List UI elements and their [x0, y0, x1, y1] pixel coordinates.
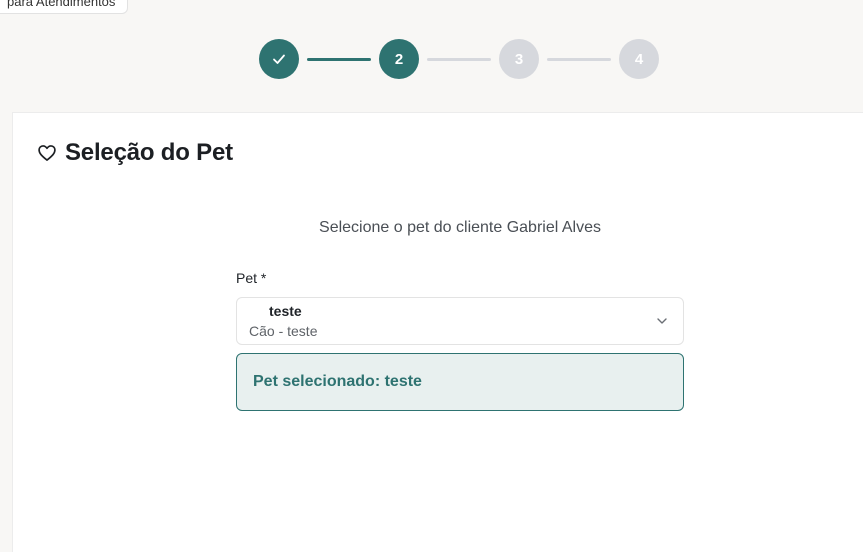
pet-select[interactable]: teste Cão - teste [236, 297, 684, 345]
instruction-text: Selecione o pet do cliente Gabriel Alves [319, 219, 601, 236]
card-title: Seleção do Pet [65, 139, 233, 166]
check-icon [273, 54, 285, 64]
step-2-current: 2 [379, 39, 419, 79]
chevron-down-icon [657, 318, 667, 324]
step-3: 3 [499, 39, 539, 79]
step-4: 4 [619, 39, 659, 79]
selected-pet-name: teste [269, 303, 302, 319]
back-to-appointments-link[interactable]: para Atendimentos [0, 0, 129, 14]
step-1-completed [259, 39, 299, 79]
heart-icon [37, 143, 57, 163]
card-header: Seleção do Pet [37, 139, 233, 167]
pet-field-label: Pet * [236, 270, 267, 286]
selected-pet-message: Pet selecionado: teste [253, 373, 422, 390]
step-connector-1 [307, 58, 371, 61]
selected-pet-banner: Pet selecionado: teste [236, 353, 684, 411]
selected-pet-description: Cão - teste [249, 323, 318, 339]
step-connector-2 [427, 58, 491, 61]
step-connector-3 [547, 58, 611, 61]
pet-selection-card: Seleção do Pet Selecione o pet do client… [12, 112, 863, 552]
